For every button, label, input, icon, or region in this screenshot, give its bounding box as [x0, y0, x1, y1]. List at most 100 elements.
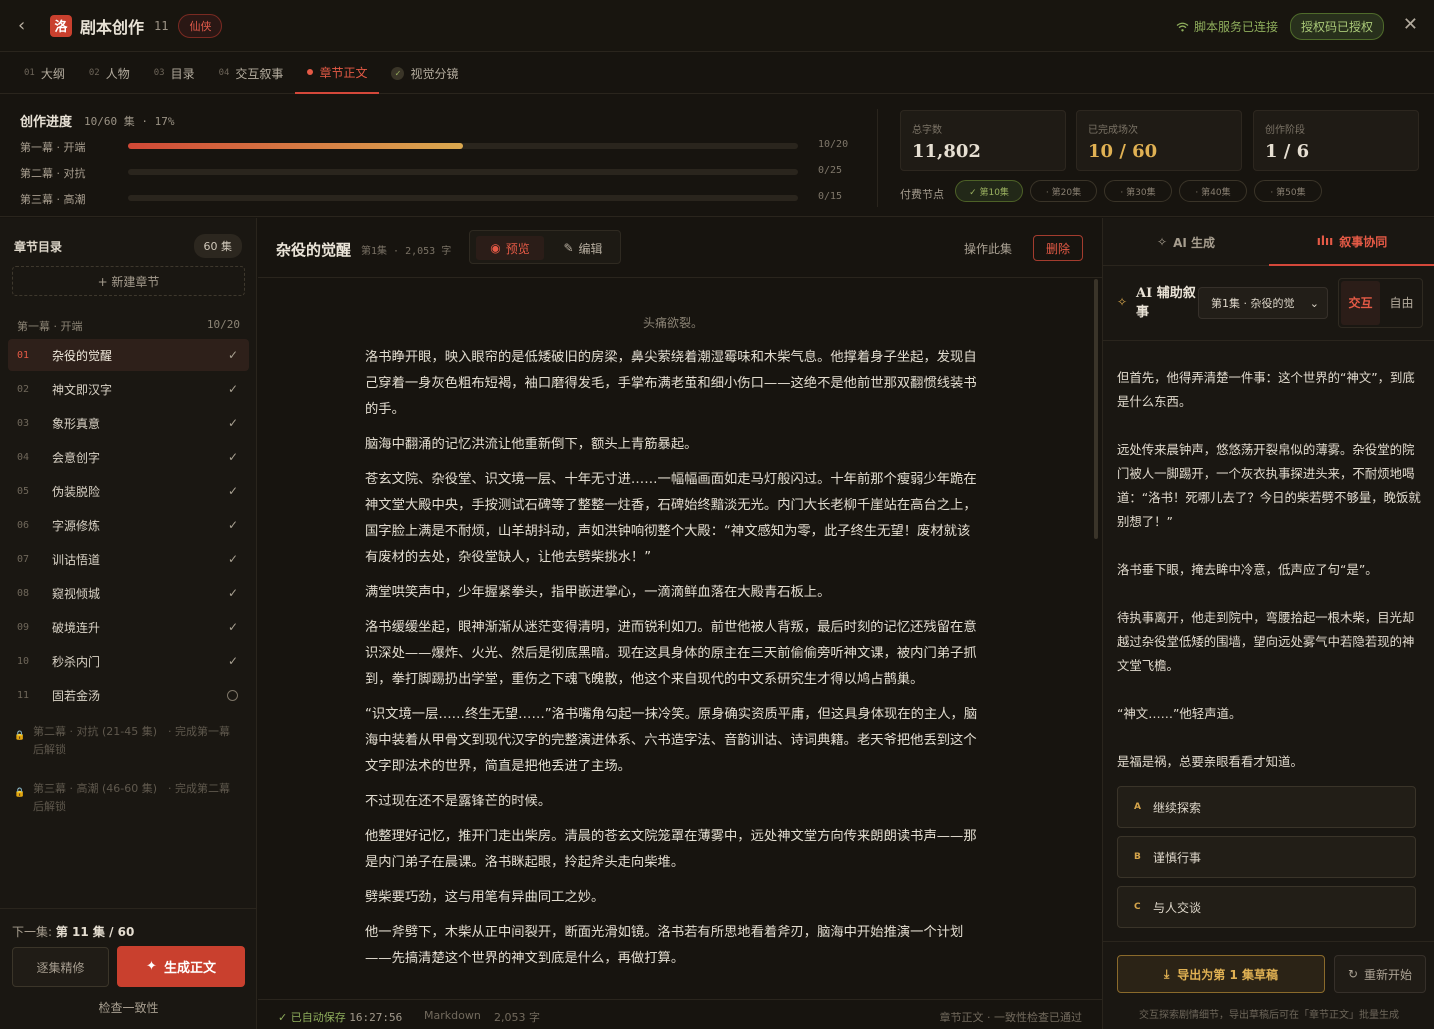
chapter-item[interactable]: 08 窥视倾城 ✓	[8, 577, 249, 609]
app: ‹ 洛 剧本创作 11 仙侠 脚本服务已连接 授权码已授权 ✕ 01 大纲 02 人…	[0, 0, 1434, 1029]
chapter-item[interactable]: 04 会意创字 ✓	[8, 441, 249, 473]
mode-interactive[interactable]: 交互	[1341, 281, 1380, 325]
tab-ai-generate[interactable]: ✧ AI 生成	[1103, 218, 1269, 266]
check-icon: ✓	[391, 66, 405, 80]
preview-label: 预览	[505, 241, 530, 256]
refresh-icon: ↻	[1347, 967, 1359, 981]
chapter-paragraph: 他一斧劈下，木柴从正中间裂开，断面光滑如镜。洛书若有所思地看着斧刃，脑海中开始推…	[365, 925, 964, 966]
edit-label: 编辑	[578, 241, 603, 256]
footer-status: 章节正文 · 一致性检查已通过	[939, 1011, 1083, 1024]
chapter-paragraph: 脑海中翻涌的记忆洪流让他重新倒下，额头上青筋暴起。	[365, 437, 698, 452]
chapter-name: 伪装脱险	[52, 484, 101, 499]
stat-value: 10 / 60	[1088, 141, 1158, 162]
chapter-name: 神文即汉字	[52, 382, 113, 397]
tab-chapter-text[interactable]: 章节正文	[295, 52, 380, 94]
progress-title: 创作进度	[20, 115, 73, 130]
story-paragraph: “神文……”他轻声道。	[1117, 706, 1242, 721]
chapter-name: 破境连升	[52, 620, 101, 635]
editor-header: 杂役的觉醒 第1集 · 2,053 字 ◉ 预览 ✎ 编辑 操作此集 删除	[258, 218, 1102, 278]
pay-node[interactable]: · 第50集	[1254, 180, 1322, 202]
pencil-icon: ✎	[563, 241, 574, 255]
chapter-item[interactable]: 07 训诂悟道 ✓	[8, 543, 249, 575]
app-logo: 洛	[50, 14, 72, 37]
next-episode-prefix: 下一集:	[12, 925, 53, 939]
chapter-paragraph: 洛书缓缓坐起，眼神渐渐从迷茫变得清明，进而锐利如刀。前世他被人背叛，最后时刻的记…	[365, 620, 977, 687]
tab-label: 章节正文	[319, 65, 368, 80]
tab-storyboard[interactable]: ✓ 视觉分镜	[379, 52, 470, 94]
sidebar-title: 章节目录	[14, 240, 63, 254]
chapter-item[interactable]: 01 杂役的觉醒 ✓	[8, 339, 249, 371]
new-chapter-button[interactable]: + 新建章节	[12, 266, 245, 296]
sparkle-icon: ✦	[146, 959, 157, 974]
locked-act-label: 第三幕 · 高潮 (46-60 集) · 完成第二幕后解锁	[33, 782, 231, 813]
locked-act[interactable]: 🔒 第三幕 · 高潮 (46-60 集) · 完成第二幕后解锁	[14, 780, 239, 816]
connection-status: 脚本服务已连接	[1176, 18, 1278, 35]
pay-node[interactable]: ✓ 第10集	[955, 180, 1023, 202]
chapter-number: 11	[17, 689, 30, 701]
license-badge[interactable]: 授权码已授权	[1289, 13, 1384, 40]
scrollbar[interactable]	[1094, 279, 1098, 539]
mode-free[interactable]: 自由	[1382, 281, 1421, 325]
stat-label: 总字数	[912, 125, 942, 136]
episode-select[interactable]: 第1集 · 杂役的觉 ⌄	[1198, 287, 1328, 319]
preview-button[interactable]: ◉ 预览	[476, 236, 544, 260]
tab-number: 04	[218, 68, 230, 78]
chapter-item[interactable]: 02 神文即汉字 ✓	[8, 373, 249, 405]
eye-icon: ◉	[490, 241, 501, 255]
back-icon[interactable]: ‹	[18, 15, 32, 36]
chapter-number: 01	[17, 349, 30, 361]
chapter-paragraph: 劈柴要巧劲，这与用笔有异曲同工之妙。	[365, 890, 605, 905]
check-icon: ✓	[227, 382, 238, 396]
restart-button[interactable]: ↻ 重新开始	[1334, 955, 1426, 993]
tab-outline[interactable]: 01 大纲	[12, 52, 77, 94]
chapter-item[interactable]: 11 固若金汤	[8, 679, 249, 711]
chapter-paragraph: 他整理好记忆，推开门走出柴房。清晨的苍玄文院笼罩在薄雾中，远处神文堂方向传来朗朗…	[365, 829, 977, 870]
tab-characters[interactable]: 02 人物	[77, 52, 142, 94]
chapter-item[interactable]: 05 伪装脱险 ✓	[8, 475, 249, 507]
delete-button[interactable]: 删除	[1033, 235, 1083, 261]
pay-node[interactable]: · 第40集	[1179, 180, 1247, 202]
chapter-item[interactable]: 10 秒杀内门 ✓	[8, 645, 249, 677]
pay-node[interactable]: · 第30集	[1104, 180, 1172, 202]
autosave-time: 16:27:56	[349, 1011, 403, 1024]
choice-option[interactable]: B 谨慎行事	[1117, 836, 1416, 878]
tab-number: 02	[88, 68, 100, 78]
export-draft-button[interactable]: ⤓ 导出为第 1 集草稿	[1117, 955, 1325, 993]
act-progress-fill	[128, 143, 463, 149]
generate-button[interactable]: ✦ 生成正文	[117, 946, 245, 987]
chevron-down-icon: ⌄	[1309, 296, 1319, 310]
autosave-status: ✓ 已自动保存 16:27:56	[278, 1009, 402, 1025]
episode-select-value: 第1集 · 杂役的觉	[1211, 297, 1295, 310]
tab-contents[interactable]: 03 目录	[142, 52, 207, 94]
chapter-editor: 杂役的觉醒 第1集 · 2,053 字 ◉ 预览 ✎ 编辑 操作此集 删除 头痛欲裂…	[258, 218, 1102, 1029]
tab-label: 大纲	[40, 66, 65, 81]
act-heading: 第一幕 · 开端	[17, 320, 83, 333]
chapter-item[interactable]: 03 象形真意 ✓	[8, 407, 249, 439]
act-label: 第三幕 · 高潮	[20, 193, 86, 206]
refine-button[interactable]: 逐集精修	[12, 947, 109, 987]
assistant-note: 交互探索剧情细节，导出草稿后可在「章节正文」批量生成	[1139, 1010, 1399, 1021]
story-paragraph: 远处传来晨钟声，悠悠荡开裂帛似的薄雾。杂役堂的院门被人一脚踢开，一个灰衣执事探进…	[1117, 442, 1421, 529]
locked-act[interactable]: 🔒 第二幕 · 对抗 (21-45 集) · 完成第一幕后解锁	[14, 723, 239, 759]
choice-option[interactable]: A 继续探索	[1117, 786, 1416, 828]
chapter-item[interactable]: 06 字源修炼 ✓	[8, 509, 249, 541]
locked-act-label: 第二幕 · 对抗 (21-45 集) · 完成第一幕后解锁	[33, 725, 231, 756]
pay-node[interactable]: · 第20集	[1030, 180, 1097, 202]
tab-interactive[interactable]: 04 交互叙事	[207, 52, 296, 94]
consistency-check-button[interactable]: 检查一致性	[0, 999, 257, 1016]
assistant-panel: ✧ AI 生成 ılıı 叙事协同 ✧ AI 辅助叙事 第1集 · 杂役的觉 ⌄ 交互…	[1102, 218, 1434, 1029]
act-progress-bar	[128, 143, 798, 149]
sparkle-icon: ✧	[1157, 235, 1168, 249]
tab-number: 03	[153, 68, 165, 78]
tab-label: AI 生成	[1173, 235, 1215, 250]
tab-narrative[interactable]: ılıı 叙事协同	[1269, 218, 1434, 266]
chapter-paragraphs: 洛书睁开眼，映入眼帘的是低矮破旧的房梁，鼻尖萦绕着潮湿霉味和木柴气息。他撑着身子…	[365, 345, 982, 981]
close-icon[interactable]: ✕	[1403, 14, 1418, 35]
choice-option[interactable]: C 与人交谈	[1117, 886, 1416, 928]
chapter-item[interactable]: 09 破境连升 ✓	[8, 611, 249, 643]
progress-panel: 创作进度 10/60 集 · 17% 第一幕 · 开端 10/20 第二幕 · …	[0, 95, 1434, 217]
top-bar: ‹ 洛 剧本创作 11 仙侠 脚本服务已连接 授权码已授权 ✕	[0, 0, 1434, 52]
genre-badge: 仙侠	[178, 13, 223, 38]
edit-button[interactable]: ✎ 编辑	[550, 236, 616, 260]
chapter-body[interactable]: 头痛欲裂。 洛书睁开眼，映入眼帘的是低矮破旧的房梁，鼻尖萦绕着潮湿霉味和木柴气息…	[258, 279, 1102, 998]
